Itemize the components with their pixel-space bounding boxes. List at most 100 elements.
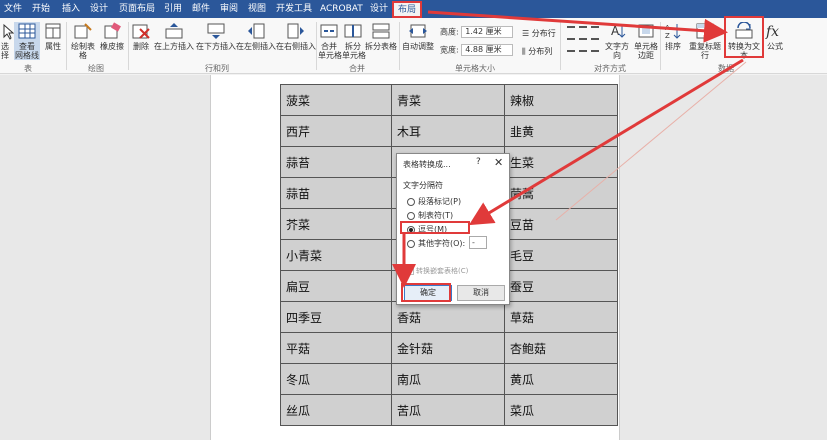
table-cell[interactable]: 蒜苔	[280, 146, 392, 178]
insert-above-button[interactable]: 在上方插入	[154, 22, 194, 51]
draw-table-button[interactable]: 绘制表格	[68, 22, 98, 60]
nested-tables-checkbox[interactable]: 转换嵌套表格(C)	[407, 266, 468, 276]
cell-text: 生菜	[510, 155, 535, 170]
merge-cells-button[interactable]: 合并 单元格	[318, 22, 342, 60]
cell-text: 青菜	[397, 93, 422, 108]
insert-above-icon	[164, 22, 184, 40]
sort-button[interactable]: AZ 排序	[662, 22, 684, 51]
radio-paragraph-marks[interactable]: 段落标记(P)	[407, 196, 461, 207]
table-cell[interactable]: 菠菜	[280, 84, 392, 116]
col-width-input[interactable]: 4.88 厘米	[461, 44, 514, 56]
table-cell[interactable]: 韭黄	[504, 115, 618, 147]
table-cell[interactable]: 木耳	[391, 115, 505, 147]
delete-button[interactable]: 删除	[130, 22, 152, 51]
autofit-button[interactable]: 自动调整	[401, 22, 435, 51]
repeat-header-button[interactable]: 重复标题行	[686, 22, 724, 60]
table-cell[interactable]: 南瓜	[391, 363, 505, 395]
table-cell[interactable]: 黄瓜	[504, 363, 618, 395]
properties-label: 属性	[45, 42, 61, 51]
table-cell[interactable]: 西芹	[280, 115, 392, 147]
tab-developer[interactable]: 开发工具	[272, 2, 316, 18]
tab-references[interactable]: 引用	[160, 2, 186, 18]
tab-file[interactable]: 文件	[0, 2, 26, 18]
checkbox-box	[407, 267, 414, 275]
cell-text: 蚕豆	[510, 279, 535, 294]
formula-label: 公式	[767, 42, 783, 51]
insert-right-label: 在右侧插入	[276, 42, 316, 51]
tab-page-layout[interactable]: 页面布局	[115, 2, 159, 18]
table-row: 冬瓜 南瓜 黄瓜	[280, 363, 618, 395]
cell-margins-button[interactable]: 单元格 边距	[634, 22, 658, 60]
tab-view[interactable]: 视图	[244, 2, 270, 18]
table-cell[interactable]: 辣椒	[504, 84, 618, 116]
tab-review[interactable]: 审阅	[216, 2, 242, 18]
tab-mailings[interactable]: 邮件	[188, 2, 214, 18]
distribute-rows-button[interactable]: ☰ 分布行	[522, 28, 556, 39]
cancel-button[interactable]: 取消	[457, 285, 505, 301]
ribbon-separator	[316, 22, 317, 70]
dialog-title: 表格转换成...	[403, 160, 451, 169]
insert-below-label: 在下方插入	[196, 42, 236, 51]
insert-right-button[interactable]: 在右侧插入	[276, 22, 316, 51]
tab-insert[interactable]: 插入	[58, 2, 84, 18]
radio-dot	[407, 239, 415, 248]
close-icon[interactable]: ✕	[494, 156, 503, 169]
table-cell[interactable]: 杏鲍菇	[504, 332, 618, 364]
eraser-icon	[102, 22, 122, 40]
table-cell[interactable]: 冬瓜	[280, 363, 392, 395]
table-cell[interactable]: 苦瓜	[391, 394, 505, 426]
view-gridlines-button[interactable]: 查看 网格线	[14, 22, 40, 60]
text-direction-label: 文字方向	[605, 42, 629, 60]
tab-table-layout[interactable]: 布局	[392, 1, 423, 18]
text-direction-icon: A	[607, 22, 627, 40]
properties-button[interactable]: 属性	[42, 22, 64, 51]
tab-table-design[interactable]: 设计	[366, 2, 392, 18]
cell-text: 四季豆	[286, 310, 323, 325]
split-table-button[interactable]: 拆分表格	[364, 22, 398, 51]
table-cell[interactable]: 四季豆	[280, 301, 392, 333]
ok-button-highlight	[401, 283, 451, 302]
insert-above-label: 在上方插入	[154, 42, 194, 51]
table-cell[interactable]: 茼蒿	[504, 177, 618, 209]
table-cell[interactable]: 金针菇	[391, 332, 505, 364]
table-cell[interactable]: 芥菜	[280, 208, 392, 240]
other-char-input[interactable]: -	[469, 236, 487, 249]
table-cell[interactable]: 毛豆	[504, 239, 618, 271]
help-icon[interactable]: ?	[476, 157, 481, 167]
cell-text: 木耳	[397, 124, 422, 139]
cell-margins-label: 单元格 边距	[634, 42, 658, 60]
eraser-button[interactable]: 橡皮擦	[100, 22, 124, 51]
cell-text: 茼蒿	[510, 186, 535, 201]
table-cell[interactable]: 草菇	[504, 301, 618, 333]
table-cell[interactable]: 青菜	[391, 84, 505, 116]
insert-left-button[interactable]: 在左侧插入	[236, 22, 276, 51]
select-button[interactable]: 选择	[0, 22, 15, 60]
table-cell[interactable]: 扁豆	[280, 270, 392, 302]
formula-button[interactable]: fx 公式	[764, 22, 786, 51]
table-cell[interactable]: 菜瓜	[504, 394, 618, 426]
row-height-input[interactable]: 1.42 厘米	[461, 26, 514, 38]
autofit-label: 自动调整	[402, 42, 434, 51]
radio-other-char[interactable]: 其他字符(O):	[407, 238, 465, 249]
text-direction-button[interactable]: A 文字方向	[602, 22, 632, 60]
table-cell[interactable]: 丝瓜	[280, 394, 392, 426]
select-label: 选择	[1, 42, 9, 60]
table-row: 平菇 金针菇 杏鲍菇	[280, 332, 618, 364]
table-cell[interactable]: 小青菜	[280, 239, 392, 271]
table-cell[interactable]: 香菇	[391, 301, 505, 333]
table-cell[interactable]: 蒜苗	[280, 177, 392, 209]
table-cell[interactable]: 生菜	[504, 146, 618, 178]
tab-home[interactable]: 开始	[28, 2, 54, 18]
tab-acrobat[interactable]: ACROBAT	[316, 2, 367, 18]
radio-tabs[interactable]: 制表符(T)	[407, 210, 453, 221]
insert-below-button[interactable]: 在下方插入	[196, 22, 236, 51]
tab-design-doc[interactable]: 设计	[86, 2, 112, 18]
table-cell[interactable]: 平菇	[280, 332, 392, 364]
cell-text: 豆苗	[510, 217, 535, 232]
distribute-cols-button[interactable]: ⫼ 分布列	[522, 46, 552, 57]
table-cell[interactable]: 蚕豆	[504, 270, 618, 302]
table-cell[interactable]: 豆苗	[504, 208, 618, 240]
alignment-grid[interactable]	[566, 24, 602, 60]
split-cells-button[interactable]: 拆分 单元格	[342, 22, 366, 60]
delete-table-icon	[131, 22, 151, 40]
